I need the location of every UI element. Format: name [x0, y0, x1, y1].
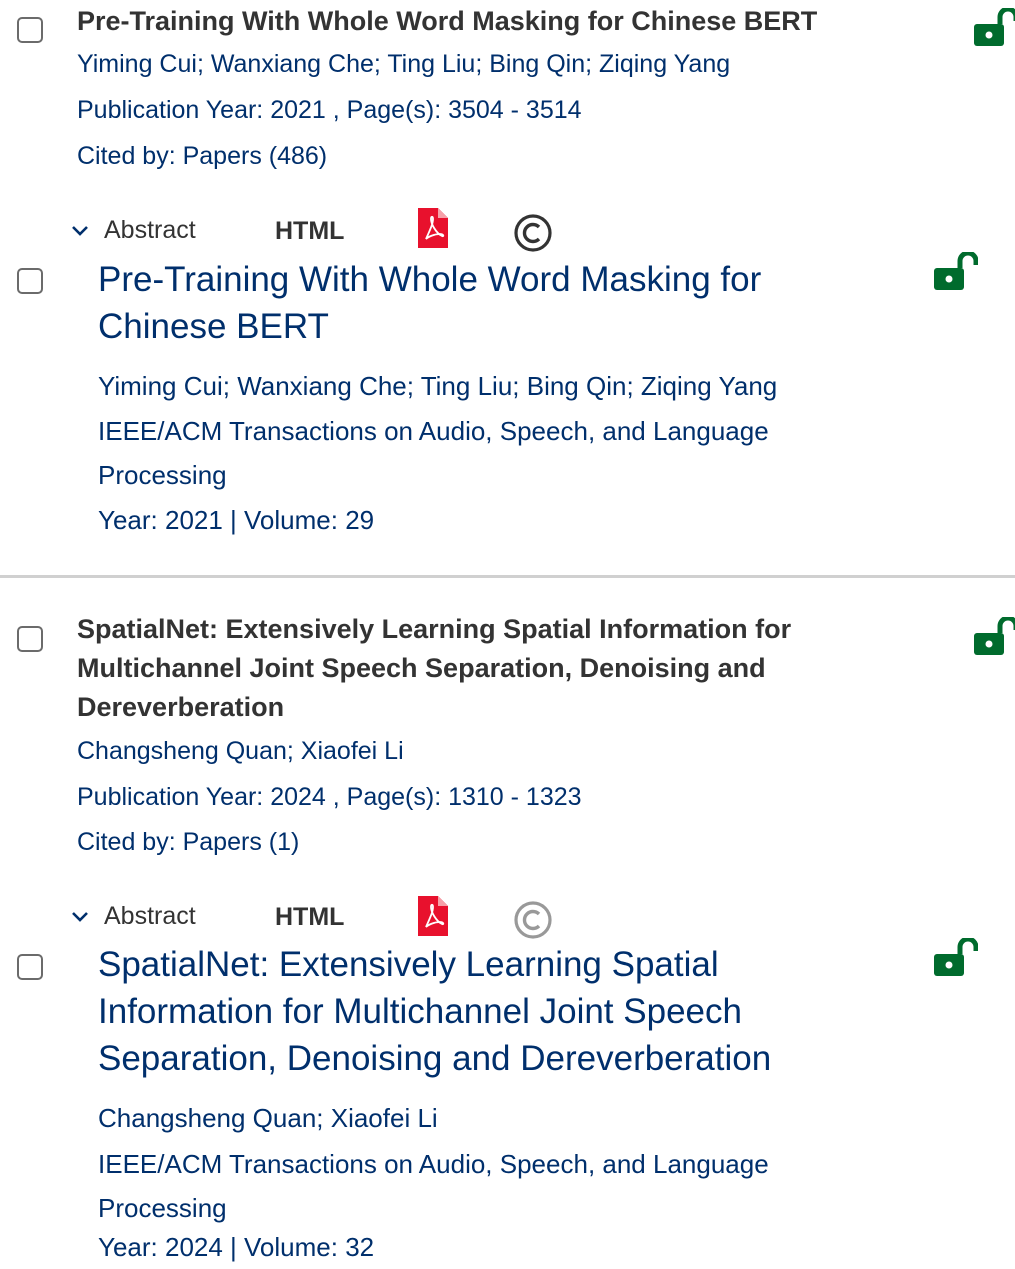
select-checkbox[interactable]	[17, 626, 43, 652]
year-volume: Year: 2021 | Volume: 29	[98, 505, 375, 535]
result-authors[interactable]: Yiming Cui; Wanxiang Che; Ting Liu; Bing…	[98, 364, 777, 408]
abstract-label: Abstract	[104, 902, 196, 930]
copyright-icon[interactable]	[512, 212, 554, 254]
chevron-down-icon	[72, 911, 88, 922]
result-authors[interactable]: Changsheng Quan; Xiaofei Li	[98, 1096, 438, 1140]
html-link[interactable]: HTML	[275, 903, 344, 932]
cited-by-link[interactable]: Cited by: Papers (486)	[77, 142, 327, 171]
result-divider	[0, 575, 1015, 578]
open-lock-icon[interactable]	[972, 617, 1015, 657]
select-checkbox[interactable]	[17, 268, 43, 294]
year-volume: Year: 2024 | Volume: 32	[98, 1232, 375, 1262]
chevron-down-icon	[72, 225, 88, 236]
pdf-icon[interactable]	[416, 206, 450, 250]
open-lock-icon[interactable]	[932, 252, 978, 292]
journal-name[interactable]: IEEE/ACM Transactions on Audio, Speech, …	[98, 1142, 769, 1186]
result-title-line[interactable]: Chinese BERT	[98, 304, 329, 349]
select-checkbox[interactable]	[17, 17, 43, 43]
publication-info: Publication Year: 2024 , Page(s): 1310 -…	[77, 783, 582, 811]
journal-name[interactable]: Processing	[98, 453, 227, 497]
open-lock-icon[interactable]	[932, 938, 978, 978]
result-title[interactable]: Pre-Training With Whole Word Masking for…	[77, 2, 817, 41]
result-title-line[interactable]: Pre-Training With Whole Word Masking for	[98, 257, 761, 302]
pdf-icon[interactable]	[416, 894, 450, 938]
abstract-label: Abstract	[104, 216, 196, 244]
select-checkbox[interactable]	[17, 954, 43, 980]
result-title-line[interactable]: Multichannel Joint Speech Separation, De…	[77, 649, 766, 688]
result-title-line[interactable]: Separation, Denoising and Dereverberatio…	[98, 1036, 771, 1081]
open-lock-icon[interactable]	[972, 8, 1015, 48]
copyright-icon[interactable]	[512, 899, 554, 941]
journal-name[interactable]: IEEE/ACM Transactions on Audio, Speech, …	[98, 409, 769, 453]
abstract-toggle[interactable]: Abstract	[70, 216, 196, 245]
cited-by-link[interactable]: Cited by: Papers (1)	[77, 828, 299, 857]
result-title-line[interactable]: Dereverberation	[77, 688, 284, 727]
result-title-line[interactable]: SpatialNet: Extensively Learning Spatial	[98, 942, 719, 987]
publication-info: Publication Year: 2021 , Page(s): 3504 -…	[77, 96, 582, 124]
result-authors[interactable]: Yiming Cui; Wanxiang Che; Ting Liu; Bing…	[77, 50, 730, 79]
journal-name[interactable]: Processing	[98, 1186, 227, 1230]
result-authors[interactable]: Changsheng Quan; Xiaofei Li	[77, 737, 404, 766]
result-title-line[interactable]: SpatialNet: Extensively Learning Spatial…	[77, 610, 791, 649]
html-link[interactable]: HTML	[275, 217, 344, 246]
result-title-line[interactable]: Information for Multichannel Joint Speec…	[98, 989, 742, 1034]
abstract-toggle[interactable]: Abstract	[70, 902, 196, 931]
